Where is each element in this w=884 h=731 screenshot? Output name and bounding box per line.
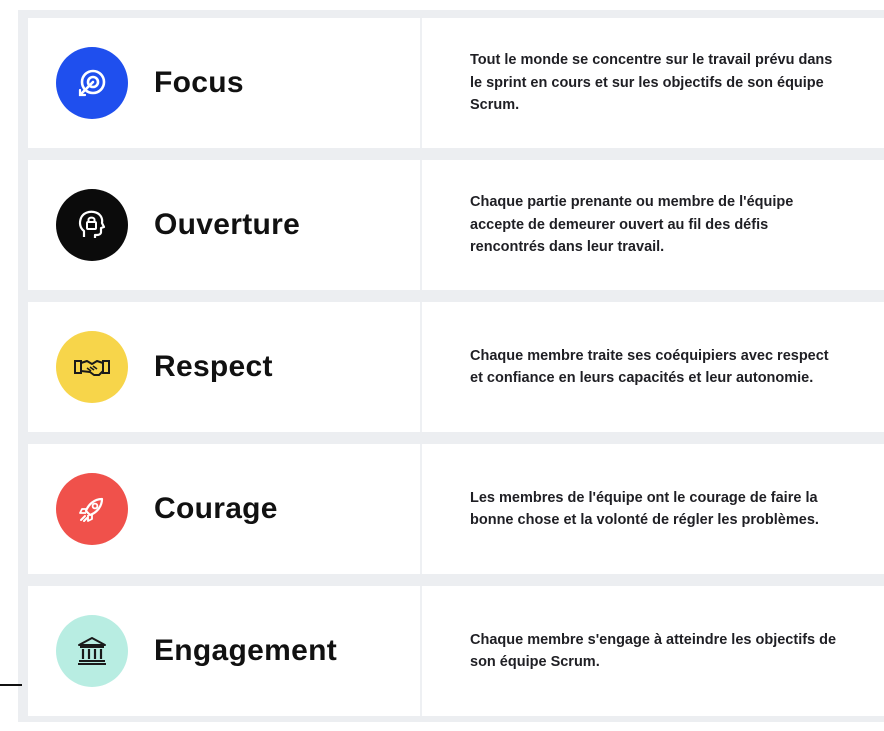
value-row-focus: Focus Tout le monde se concentre sur le … [28, 18, 884, 148]
value-header: Courage [28, 444, 422, 574]
value-header: Engagement [28, 586, 422, 716]
value-header: Respect [28, 302, 422, 432]
value-description: Chaque partie prenante ou membre de l'éq… [470, 194, 794, 256]
value-title: Courage [154, 492, 278, 525]
target-arrow-icon [56, 47, 128, 119]
value-row-ouverture: Ouverture Chaque partie prenante ou memb… [28, 160, 884, 290]
value-title: Focus [154, 66, 244, 99]
value-row-engagement: Engagement Chaque membre s'engage à atte… [28, 586, 884, 716]
divider-line [0, 684, 22, 686]
value-description: Tout le monde se concentre sur le travai… [470, 52, 833, 114]
rocket-icon [56, 473, 128, 545]
value-header: Focus [28, 18, 422, 148]
value-description-cell: Tout le monde se concentre sur le travai… [422, 18, 884, 148]
value-title: Ouverture [154, 208, 301, 241]
scrum-values-board: Focus Tout le monde se concentre sur le … [18, 10, 884, 722]
value-description-cell: Chaque membre s'engage à atteindre les o… [422, 586, 884, 716]
value-row-respect: Respect Chaque membre traite ses coéquip… [28, 302, 884, 432]
value-description-cell: Chaque membre traite ses coéquipiers ave… [422, 302, 884, 432]
value-description: Chaque membre traite ses coéquipiers ave… [470, 347, 829, 386]
head-lock-icon [56, 189, 128, 261]
value-header: Ouverture [28, 160, 422, 290]
value-description-cell: Chaque partie prenante ou membre de l'éq… [422, 160, 884, 290]
value-description: Les membres de l'équipe ont le courage d… [470, 489, 819, 528]
handshake-icon [56, 331, 128, 403]
value-title: Engagement [154, 634, 338, 667]
value-row-courage: Courage Les membres de l'équipe ont le c… [28, 444, 884, 574]
value-description-cell: Les membres de l'équipe ont le courage d… [422, 444, 884, 574]
value-title: Respect [154, 350, 273, 383]
value-description: Chaque membre s'engage à atteindre les o… [470, 631, 837, 670]
institution-icon [56, 615, 128, 687]
